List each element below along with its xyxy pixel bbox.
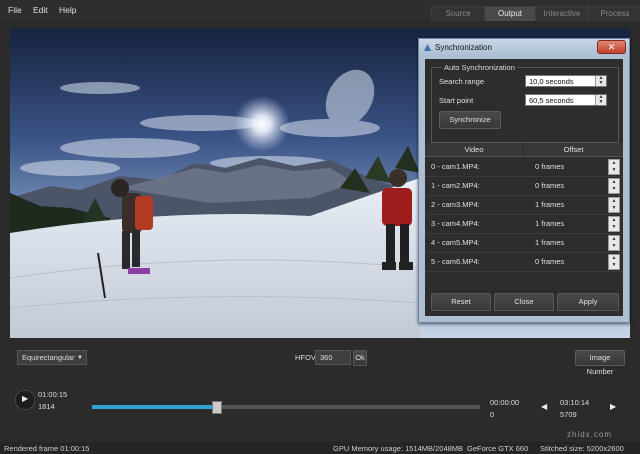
tab-process[interactable]: Process	[588, 6, 640, 21]
status-bar: Rendered frame 01:00:15 GPU Memory usage…	[0, 442, 640, 454]
synchronize-button[interactable]: Synchronize	[439, 111, 501, 129]
apply-button[interactable]: Apply	[557, 293, 619, 311]
offset-value[interactable]: 0 frames	[535, 257, 564, 266]
hfov-input[interactable]: 360	[315, 350, 351, 365]
offset-value[interactable]: 1 frames	[535, 219, 564, 228]
search-range-input[interactable]: 10,0 seconds ▲ ▼	[525, 75, 607, 87]
menu-file[interactable]: File	[8, 5, 22, 15]
close-button[interactable]: Close	[494, 293, 554, 311]
start-point-label: Start point	[439, 96, 474, 105]
status-gpu-memory: GPU Memory usage: 1514MB/2048MB	[333, 444, 464, 453]
start-time: 00:00:00	[490, 398, 520, 407]
offset-value[interactable]: 1 frames	[535, 200, 564, 209]
search-range-value: 10,0 seconds	[529, 77, 574, 86]
status-stitched-size: Stitched size: 5200x2600	[540, 444, 624, 453]
group-title: Auto Synchronization	[442, 63, 517, 72]
timeline-progress	[92, 405, 217, 409]
menu-edit[interactable]: Edit	[33, 5, 48, 15]
video-name: 0 - cam1.MP4:	[431, 162, 480, 171]
column-header-video: Video	[425, 143, 523, 157]
current-time: 01:00:15	[38, 390, 68, 399]
chevron-down-icon: ▼	[77, 355, 83, 361]
tab-source[interactable]: Source	[431, 6, 485, 21]
watermark: zhidx.com	[567, 430, 613, 439]
table-row: 0 - cam1.MP4: 0 frames ▲ ▼	[425, 157, 623, 177]
app-logo-icon	[424, 44, 431, 51]
hfov-label: HFOV	[295, 353, 316, 362]
start-frame: 0	[490, 410, 495, 419]
offset-stepper-icon[interactable]: ▲ ▼	[608, 254, 620, 270]
projection-dropdown[interactable]: Equirectangular ▼	[17, 350, 87, 365]
offset-stepper-icon[interactable]: ▲ ▼	[608, 197, 620, 213]
mark-in-icon[interactable]: ◀	[541, 402, 547, 411]
offset-stepper-icon[interactable]: ▲ ▼	[608, 178, 620, 194]
reset-button[interactable]: Reset	[431, 293, 491, 311]
spin-arrows-icon[interactable]: ▲ ▼	[595, 76, 606, 86]
timeline-track[interactable]	[92, 405, 480, 409]
projection-value: Equirectangular	[22, 353, 75, 362]
table-row: 1 - cam2.MP4: 0 frames ▲ ▼	[425, 176, 623, 196]
current-frame: 1814	[38, 402, 55, 411]
spin-arrows-icon[interactable]: ▲ ▼	[595, 95, 606, 105]
synchronization-dialog: Synchronization ✕ Auto Synchronization S…	[418, 38, 630, 323]
offset-value[interactable]: 0 frames	[535, 162, 564, 171]
start-point-value: 60,5 seconds	[529, 96, 574, 105]
video-name: 5 - cam6.MP4:	[431, 257, 480, 266]
video-name: 3 - cam4.MP4:	[431, 219, 480, 228]
table-row: 4 - cam5.MP4: 1 frames ▲ ▼	[425, 233, 623, 253]
dialog-body: Auto Synchronization Search range 10,0 s…	[425, 59, 623, 316]
status-rendered: Rendered frame 01:00:15	[4, 444, 90, 453]
offset-stepper-icon[interactable]: ▲ ▼	[608, 216, 620, 232]
offset-value[interactable]: 1 frames	[535, 238, 564, 247]
close-icon[interactable]: ✕	[597, 40, 626, 54]
offset-value[interactable]: 0 frames	[535, 181, 564, 190]
table-row: 2 - cam3.MP4: 1 frames ▲ ▼	[425, 195, 623, 215]
start-point-input[interactable]: 60,5 seconds ▲ ▼	[525, 94, 607, 106]
ok-button[interactable]: Ok	[353, 350, 367, 366]
status-gpu: GeForce GTX 660	[467, 444, 529, 453]
dialog-title: Synchronization	[435, 43, 492, 52]
offset-stepper-icon[interactable]: ▲ ▼	[608, 159, 620, 175]
search-range-label: Search range	[439, 77, 485, 86]
dialog-titlebar[interactable]: Synchronization ✕	[419, 39, 629, 57]
video-name: 1 - cam2.MP4:	[431, 181, 480, 190]
video-name: 2 - cam3.MP4:	[431, 200, 480, 209]
mark-out-icon[interactable]: ▶	[610, 402, 616, 411]
table-row: 5 - cam6.MP4: 0 frames ▲ ▼	[425, 252, 623, 272]
timeline-handle[interactable]	[212, 401, 223, 414]
tab-interactive[interactable]: Interactive	[535, 6, 589, 21]
menu-bar: File Edit Help Source Output Interactive…	[0, 0, 640, 21]
end-time: 03:10:14	[560, 398, 590, 407]
offset-stepper-icon[interactable]: ▲ ▼	[608, 235, 620, 251]
tab-output[interactable]: Output	[484, 6, 536, 21]
end-frame: 5709	[560, 410, 577, 419]
video-name: 4 - cam5.MP4:	[431, 238, 480, 247]
play-icon: ▶	[22, 394, 29, 403]
table-row: 3 - cam4.MP4: 1 frames ▲ ▼	[425, 214, 623, 234]
column-header-offset: Offset	[524, 143, 623, 157]
menu-help[interactable]: Help	[59, 5, 76, 15]
play-button[interactable]: ▶	[15, 390, 35, 410]
image-number-button[interactable]: Image Number	[575, 350, 625, 376]
